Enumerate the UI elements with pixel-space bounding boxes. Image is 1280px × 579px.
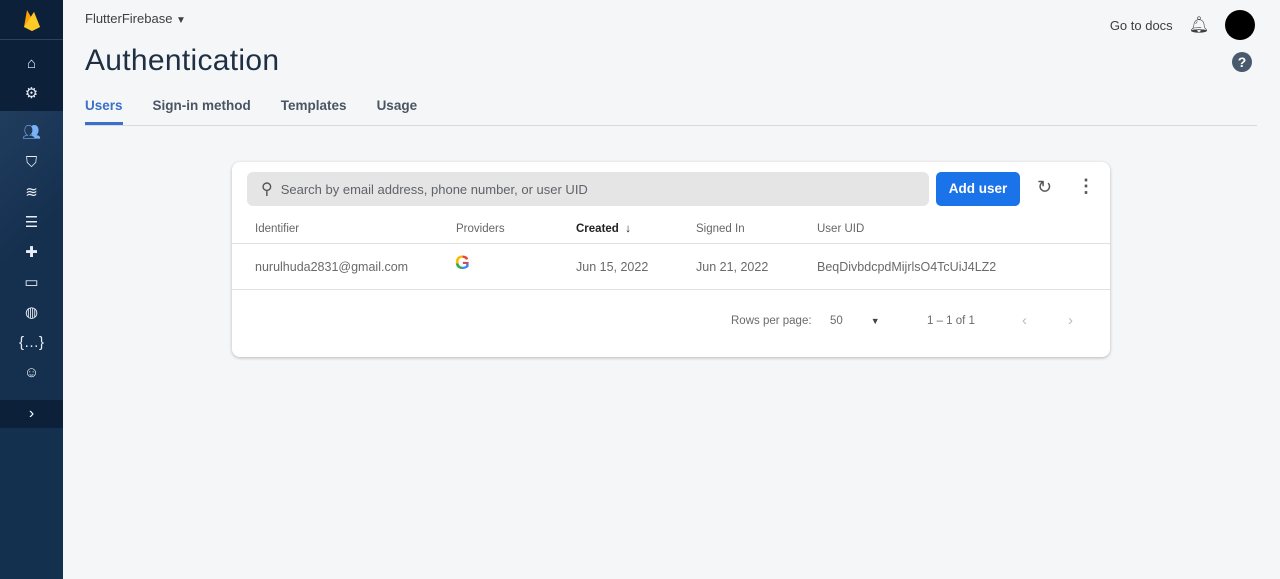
project-selector[interactable]: FlutterFirebase ▼: [85, 11, 186, 26]
signed-in-date: Jun 21, 2022: [696, 259, 769, 274]
created-date: Jun 15, 2022: [576, 259, 649, 274]
tab-templates[interactable]: Templates: [281, 96, 347, 126]
go-to-docs-link[interactable]: Go to docs: [1110, 18, 1173, 33]
functions-icon[interactable]: {…}: [0, 327, 63, 357]
tab-users[interactable]: Users: [85, 96, 123, 125]
search-box[interactable]: ⚲: [247, 172, 929, 206]
firestore-icon[interactable]: ☰: [0, 207, 63, 237]
firebase-logo[interactable]: [0, 0, 63, 40]
caret-down-icon: ▼: [870, 316, 880, 326]
refresh-icon[interactable]: ↻: [1037, 177, 1052, 198]
app-check-shield-icon[interactable]: ⛉: [0, 147, 63, 177]
more-vert-icon[interactable]: ⋮: [1077, 176, 1095, 197]
tab-sign-in-method[interactable]: Sign-in method: [153, 96, 251, 126]
sidebar: ⌂ ⚙ 👥︎ ⛉ ≋ ☰ ✚ ▭ ◍ {…} ☺ ›: [0, 0, 63, 579]
page-title: Authentication: [85, 44, 280, 77]
page-range: 1 – 1 of 1: [927, 315, 975, 327]
tabs: Users Sign-in method Templates Usage: [85, 96, 1257, 126]
col-created[interactable]: Created ↓: [576, 223, 631, 235]
settings-icon[interactable]: ⚙: [0, 78, 63, 108]
project-name: FlutterFirebase: [85, 11, 173, 26]
rows-per-page-select[interactable]: 50 ▼: [830, 315, 880, 327]
next-page-icon[interactable]: ›: [1068, 312, 1073, 329]
realtime-database-icon[interactable]: ≋: [0, 177, 63, 207]
home-icon[interactable]: ⌂: [0, 48, 63, 78]
rows-per-page-label: Rows per page:: [731, 315, 812, 327]
search-icon: ⚲: [261, 181, 273, 198]
identifier: nurulhuda2831@gmail.com: [255, 259, 409, 274]
table-row[interactable]: nurulhuda2831@gmail.com G Jun 15, 2022 J…: [232, 244, 1110, 290]
col-signed-in[interactable]: Signed In: [696, 223, 745, 235]
tab-usage[interactable]: Usage: [377, 96, 418, 126]
table-header: Identifier Providers Created ↓ Signed In…: [232, 214, 1110, 244]
rows-per-page-value: 50: [830, 315, 843, 327]
add-user-button[interactable]: Add user: [936, 172, 1020, 206]
help-icon[interactable]: ?: [1232, 52, 1252, 72]
hosting-globe-icon[interactable]: ◍: [0, 297, 63, 327]
google-provider-icon: G: [455, 253, 470, 275]
search-input[interactable]: [280, 181, 881, 197]
arrow-down-icon: ↓: [622, 222, 631, 235]
expand-chevron-icon[interactable]: ›: [0, 400, 63, 428]
col-user-uid: User UID: [817, 222, 865, 235]
users-icon[interactable]: 👥︎: [0, 117, 63, 147]
caret-down-icon: ▼: [176, 15, 186, 26]
col-providers: Providers: [456, 222, 505, 235]
storage-icon[interactable]: ▭: [0, 267, 63, 297]
prev-page-icon[interactable]: ‹: [1022, 312, 1027, 329]
col-identifier[interactable]: Identifier: [255, 223, 299, 235]
user-uid: BeqDivbdcpdMijrlsO4TcUiJ4LZ2: [817, 259, 997, 274]
col-created-label: Created: [576, 222, 619, 235]
extensions-icon[interactable]: ✚: [0, 237, 63, 267]
avatar[interactable]: [1225, 10, 1255, 40]
users-card: ⚲ Add user ↻ ⋮ Identifier Providers Crea…: [232, 162, 1110, 357]
bell-icon[interactable]: 🔔︎: [1189, 15, 1209, 35]
ml-robot-icon[interactable]: ☺: [0, 357, 63, 387]
